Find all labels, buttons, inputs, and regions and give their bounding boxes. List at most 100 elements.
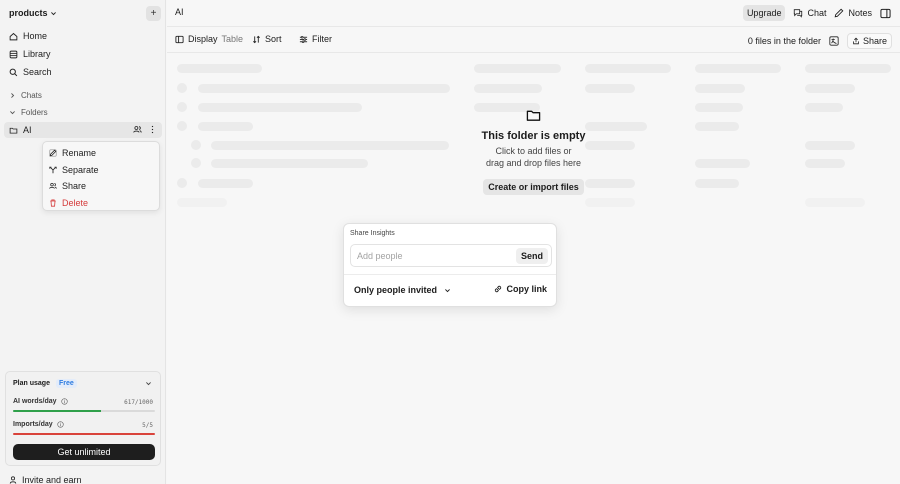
skeleton-dot [177, 121, 187, 131]
upgrade-button[interactable]: Upgrade [742, 5, 786, 21]
skeleton-bar [177, 198, 227, 207]
user-plus-icon [9, 476, 17, 484]
sort-button[interactable]: Sort [252, 34, 282, 44]
chat-label: Chat [807, 8, 827, 18]
filter-button[interactable]: Filter [299, 34, 332, 44]
folder-item-ai[interactable]: AI [4, 122, 162, 138]
ai-words-label-row: AI words/day [13, 398, 68, 405]
section-label: Chats [21, 90, 42, 100]
skeleton-bar [695, 84, 745, 93]
skeleton-bar [695, 103, 743, 112]
menu-item-delete[interactable]: Delete [43, 195, 159, 212]
workspace-switcher[interactable]: products [9, 6, 57, 20]
sort-icon [253, 35, 260, 43]
skeleton-bar [585, 84, 635, 93]
section-chats[interactable]: Chats [9, 89, 42, 101]
create-import-button[interactable]: Create or import files [483, 179, 584, 195]
sort-label: Sort [265, 34, 282, 44]
more-vertical-icon[interactable] [148, 125, 157, 134]
imports-progress-fill [13, 433, 155, 435]
folder-icon [526, 110, 541, 121]
chevron-down-icon[interactable] [145, 380, 152, 387]
menu-item-share[interactable]: Share [43, 178, 159, 195]
skeleton-bar [211, 141, 449, 150]
plus-icon: + [150, 8, 157, 19]
chevron-down-icon [445, 288, 450, 292]
skeleton-bar [474, 84, 542, 93]
skeleton-bar [805, 198, 865, 207]
skeleton-bar [198, 84, 450, 93]
skeleton-bar [805, 64, 891, 73]
menu-item-separate[interactable]: Separate [43, 162, 159, 179]
section-folders[interactable]: Folders [9, 106, 48, 118]
workspace-name: products [9, 8, 48, 18]
copy-link-label: Copy link [506, 284, 547, 294]
imports-progress [13, 433, 155, 435]
skeleton-dot [191, 158, 201, 168]
folder-icon [9, 127, 18, 134]
access-label: Only people invited [354, 285, 438, 295]
share-icon [853, 37, 859, 45]
add-people-input[interactable] [357, 250, 507, 262]
filter-icon [299, 35, 308, 43]
invite-label: Invite and earn [22, 475, 82, 484]
plan-usage-title: Plan usage [13, 380, 50, 387]
skeleton-bar [198, 179, 253, 188]
skeleton-bar [695, 159, 750, 168]
copy-link-button[interactable]: Copy link [493, 284, 547, 294]
info-icon[interactable] [57, 421, 64, 428]
skeleton-bar [211, 159, 368, 168]
sidebar-item-library[interactable]: Library [9, 47, 51, 61]
users-icon[interactable] [133, 125, 142, 134]
access-dropdown[interactable]: Only people invited [354, 285, 451, 295]
view-toolbar: Display Table Sort Filter 0 files in the… [167, 28, 900, 53]
link-icon [495, 285, 502, 293]
send-button[interactable]: Send [515, 248, 548, 264]
chat-icon [794, 9, 803, 18]
search-icon [9, 68, 18, 76]
chevron-down-icon [10, 110, 15, 114]
plan-usage-header: Plan usage Free [13, 379, 77, 388]
sidebar-item-label: Search [23, 67, 52, 77]
chat-button[interactable]: Chat [793, 8, 826, 18]
notes-label: Notes [848, 8, 872, 18]
info-icon[interactable] [60, 398, 68, 405]
ai-words-count: 617/1000 [124, 399, 153, 406]
sidebar-item-home[interactable]: Home [9, 29, 47, 43]
empty-state: This folder is empty Click to add files … [467, 108, 600, 195]
folder-context-menu: Rename Separate Share Delete [42, 141, 160, 211]
imports-label: Imports/day [13, 421, 53, 428]
empty-state-line-2: drag and drop files here [485, 158, 582, 168]
skeleton-dot [177, 178, 187, 188]
top-bar: AI Upgrade Chat Notes [167, 0, 900, 27]
invite-and-earn-link[interactable]: Invite and earn [9, 475, 82, 484]
display-value: Table [221, 34, 244, 44]
menu-item-label: Share [62, 181, 87, 192]
top-actions: Upgrade Chat Notes [742, 5, 891, 21]
empty-state-title: This folder is empty [481, 130, 586, 142]
skeleton-dot [177, 83, 187, 93]
filter-label: Filter [312, 34, 332, 44]
skeleton-bar [474, 64, 561, 73]
library-icon [9, 50, 18, 58]
skeleton-bar [805, 141, 855, 150]
skeleton-bar [585, 64, 671, 73]
get-unlimited-button[interactable]: Get unlimited [13, 444, 155, 460]
notes-button[interactable]: Notes [834, 8, 872, 18]
pencil-icon [49, 149, 57, 157]
empty-state-line-1: Click to add files or [495, 146, 572, 156]
share-dialog: Share Insights Send Only people invited … [343, 223, 557, 307]
breadcrumb[interactable]: AI [175, 7, 184, 17]
folder-label: AI [23, 125, 32, 135]
share-button[interactable]: Share [846, 33, 892, 49]
sidebar-item-search[interactable]: Search [9, 65, 52, 79]
home-icon [9, 32, 18, 40]
sidebar-item-label: Home [23, 31, 48, 41]
sidebar-toggle-icon[interactable] [880, 8, 891, 19]
translate-icon[interactable] [829, 36, 839, 46]
skeleton-bar [695, 64, 781, 73]
pencil-icon [835, 8, 844, 18]
display-button[interactable]: Display Table [175, 34, 243, 44]
new-item-button[interactable]: + [146, 6, 161, 21]
menu-item-rename[interactable]: Rename [43, 145, 159, 162]
